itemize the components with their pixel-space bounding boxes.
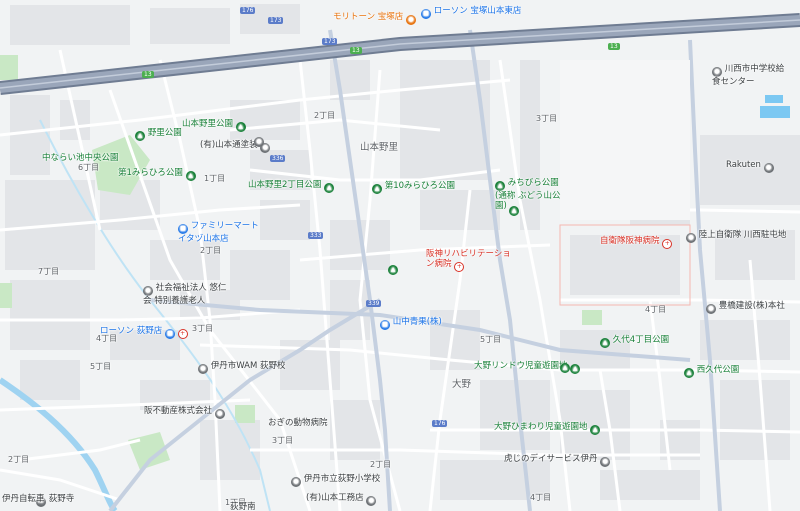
convenience-store-icon: ■ (178, 224, 188, 234)
poi-self-defense-hospital[interactable]: 自衛隊阪神病院 + (600, 236, 673, 249)
poi-kawanishi-school[interactable]: ● 川西市中学校給食センター (712, 64, 792, 87)
poi-lawson-top[interactable]: ■ ローソン 宝塚山本東店 (421, 6, 521, 19)
shop-icon: ■ (380, 320, 390, 330)
facility-icon: ● (143, 286, 153, 296)
park-icon: ▲ (600, 338, 610, 348)
area-label-ono: 大野 (452, 379, 472, 390)
poi-hanshin-rehab[interactable]: 阪神リハビリテーション病院 + (426, 249, 516, 272)
poi-nakanishi-park[interactable]: 中ならい池中央公園 (42, 153, 119, 163)
poi-familymart[interactable]: ■ ファミリーマート イタヅ山本店 (178, 221, 263, 244)
facility-icon: ● (600, 457, 611, 467)
park-icon: ▲ (235, 122, 246, 132)
road-shield-r10: 176 (432, 420, 448, 427)
district-label: 7丁目 (38, 267, 60, 276)
hospital-icon: + (662, 239, 673, 249)
business-icon: ● (214, 409, 225, 419)
open-land (560, 60, 690, 220)
poi-iko[interactable]: 伊丹自転車 (2, 494, 45, 504)
poi-seven-eleven[interactable]: 虎じのデイサービス伊丹 ● (504, 454, 611, 467)
map-canvas[interactable]: 176 173 13 13 173 336 333 339 13 176 山本野… (0, 0, 800, 511)
road-shield-r4: 13 (350, 47, 362, 54)
shop-icon: ● (405, 15, 416, 25)
poi-lawson-ono[interactable]: ローソン 荻野店 ■ + (100, 326, 188, 339)
area-label-yamamotonosato: 山本野里 (360, 142, 399, 153)
park-icon: ▲ (560, 363, 570, 373)
hospital-icon: + (454, 262, 465, 272)
poi-ogino-hospital[interactable]: おぎの動物病院 (268, 418, 328, 428)
poi-shaho[interactable]: ● 社会福祉法人 悠仁会 特別養護老人 (143, 283, 228, 306)
district-label: 4丁目 (645, 305, 667, 314)
poi-yamamoto-nosato-park[interactable]: 山本野里公園 ▲ (182, 119, 246, 132)
convenience-store-icon: ■ (421, 9, 431, 19)
map-base-layer (0, 4, 800, 511)
government-icon: ● (686, 233, 696, 243)
poi-yamamoto-nosato2-park[interactable]: 山本野里2丁目公園 ▲ (248, 180, 335, 193)
park-icon: ▲ (324, 183, 335, 193)
poi-daikyu-park[interactable]: ▲ 第10みらひろ公園 (372, 181, 455, 194)
district-label: 4丁目 (530, 493, 552, 502)
place-icon: ● (254, 137, 264, 147)
business-icon: ● (763, 163, 774, 173)
district-label: 5丁目 (90, 362, 112, 371)
district-label: 5丁目 (480, 335, 502, 344)
poi-bammi-park[interactable]: 第1みらひろ公園 ▲ (118, 168, 196, 181)
district-label: 2丁目 (314, 111, 336, 120)
road-shield-r6: 336 (270, 155, 286, 162)
poi-ono-wam[interactable]: ● 伊丹市WAM 荻野校 (198, 361, 286, 374)
district-label: 3丁目 (536, 114, 558, 123)
poi-kumaoka-park[interactable]: ▲ 久代4丁目公園 (600, 335, 669, 348)
poi-ogino-south[interactable]: 荻野南 (230, 502, 256, 511)
poi-nosato-park[interactable]: ▲ 野里公園 (135, 128, 182, 141)
poi-ogino-school[interactable]: ● 伊丹市立荻野小学校 (291, 474, 380, 487)
poi-motoyama[interactable]: モリトーン 宝塚店 ● (333, 12, 416, 25)
poi-park-marker[interactable]: ▲ (388, 262, 398, 275)
road-shield-r8: 339 (366, 300, 382, 307)
convenience-store-icon: ■ (164, 329, 175, 339)
road-shield-r1: 176 (240, 7, 256, 14)
business-icon: ● (706, 304, 716, 314)
poi-kanri[interactable]: 阪不動産株式会社 ● (144, 406, 225, 419)
district-label: 2丁目 (8, 455, 30, 464)
water-blocks (760, 95, 790, 118)
park-icon: ▲ (495, 181, 505, 191)
district-label: 2丁目 (370, 460, 392, 469)
district-label: 1丁目 (204, 174, 226, 183)
park-icon: ▲ (185, 171, 196, 181)
poi-michi-park[interactable]: ▲ みちびら公園(通称 ぶどう山公園) (495, 178, 565, 211)
district-label: 3丁目 (192, 324, 214, 333)
park-icon: ▲ (590, 425, 601, 435)
road-shield-r3: 13 (142, 71, 154, 78)
poi-jsdf-camp[interactable]: ● 陸上自衛隊 川西駐屯地 (686, 230, 786, 243)
district-label: 6丁目 (78, 163, 100, 172)
poi-rakuten[interactable]: Rakuten ● (726, 160, 774, 173)
park-icon: ▲ (509, 206, 519, 216)
road-shield-r2: 173 (268, 17, 284, 24)
poi-park-marker-2[interactable]: ▲ (560, 360, 570, 373)
district-label: 2丁目 (200, 246, 222, 255)
park-icon: ▲ (388, 265, 398, 275)
poi-yamanaka[interactable]: ■ 山中青果(株) (380, 317, 442, 330)
road-shield-r5: 173 (322, 38, 338, 45)
school-icon: ● (198, 364, 208, 374)
poi-daiwa[interactable]: ● 豊橋建設(株)本社 (706, 301, 785, 314)
park-icon: ▲ (570, 364, 581, 374)
facility-icon: ● (712, 67, 722, 77)
school-icon: ● (291, 477, 301, 487)
park-icon: ▲ (372, 184, 382, 194)
district-label: 3丁目 (272, 436, 294, 445)
park-icon: ▲ (684, 368, 694, 378)
park-icon: ▲ (135, 131, 145, 141)
road-shield-r7: 333 (308, 232, 324, 239)
poi-ono-ichiba[interactable]: 大野ひまわり児童遊園地 ▲ (494, 422, 601, 435)
road-shield-r9: 13 (608, 43, 620, 50)
poi-marker-gray[interactable]: ● (254, 134, 264, 147)
business-icon: ● (366, 496, 377, 506)
hospital-icon: + (177, 329, 188, 339)
poi-kubo-park[interactable]: ▲ 西久代公園 (684, 365, 739, 378)
poi-ginza[interactable]: (有)山本工務店 ● (306, 493, 377, 506)
poi-park-small[interactable]: ▲ (509, 203, 519, 216)
